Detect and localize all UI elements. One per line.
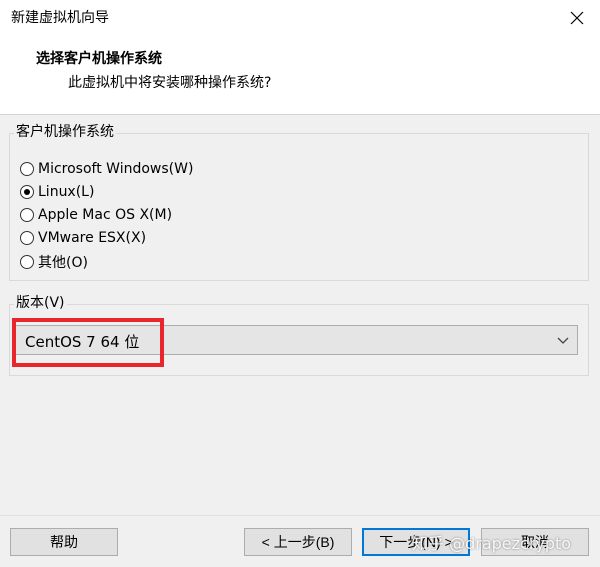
- radio-vmware-esx[interactable]: VMware ESX(X): [20, 227, 146, 249]
- wizard-header: 选择客户机操作系统 此虚拟机中将安装哪种操作系统?: [0, 36, 600, 115]
- radio-macos[interactable]: Apple Mac OS X(M): [20, 204, 172, 226]
- page-title: 选择客户机操作系统: [36, 51, 162, 67]
- radio-circle[interactable]: [20, 231, 34, 245]
- radio-label: Microsoft Windows(W): [38, 161, 194, 177]
- chevron-down-icon: [557, 337, 569, 344]
- back-button[interactable]: < 上一步(B): [244, 528, 352, 556]
- radio-windows[interactable]: Microsoft Windows(W): [20, 158, 193, 180]
- radio-circle-checked[interactable]: [20, 185, 34, 199]
- watermark: 知乎 @drapezcrypto: [412, 534, 572, 553]
- radio-label: Apple Mac OS X(M): [38, 207, 173, 223]
- help-button[interactable]: 帮助: [10, 528, 118, 556]
- radio-circle[interactable]: [20, 208, 34, 222]
- window-title: 新建虚拟机向导: [11, 10, 109, 26]
- guest-os-group: 客户机操作系统 Microsoft Windows(W) Linux(L) Ap…: [9, 123, 589, 281]
- radio-label: VMware ESX(X): [38, 230, 147, 246]
- guest-os-group-label: 客户机操作系统: [14, 123, 116, 141]
- radio-label: 其他(O): [38, 255, 88, 271]
- title-bar: 新建虚拟机向导: [0, 0, 600, 36]
- radio-circle[interactable]: [20, 255, 34, 269]
- page-subtitle: 此虚拟机中将安装哪种操作系统?: [68, 75, 272, 91]
- radio-linux[interactable]: Linux(L): [20, 181, 94, 203]
- close-icon: [570, 11, 584, 25]
- annotation-highlight-box: [12, 318, 164, 367]
- radio-circle[interactable]: [20, 162, 34, 176]
- radio-label: Linux(L): [38, 184, 95, 200]
- version-group-label: 版本(V): [14, 294, 67, 312]
- radio-other[interactable]: 其他(O): [20, 251, 88, 273]
- close-button[interactable]: [554, 0, 600, 36]
- footer-divider: [0, 515, 600, 516]
